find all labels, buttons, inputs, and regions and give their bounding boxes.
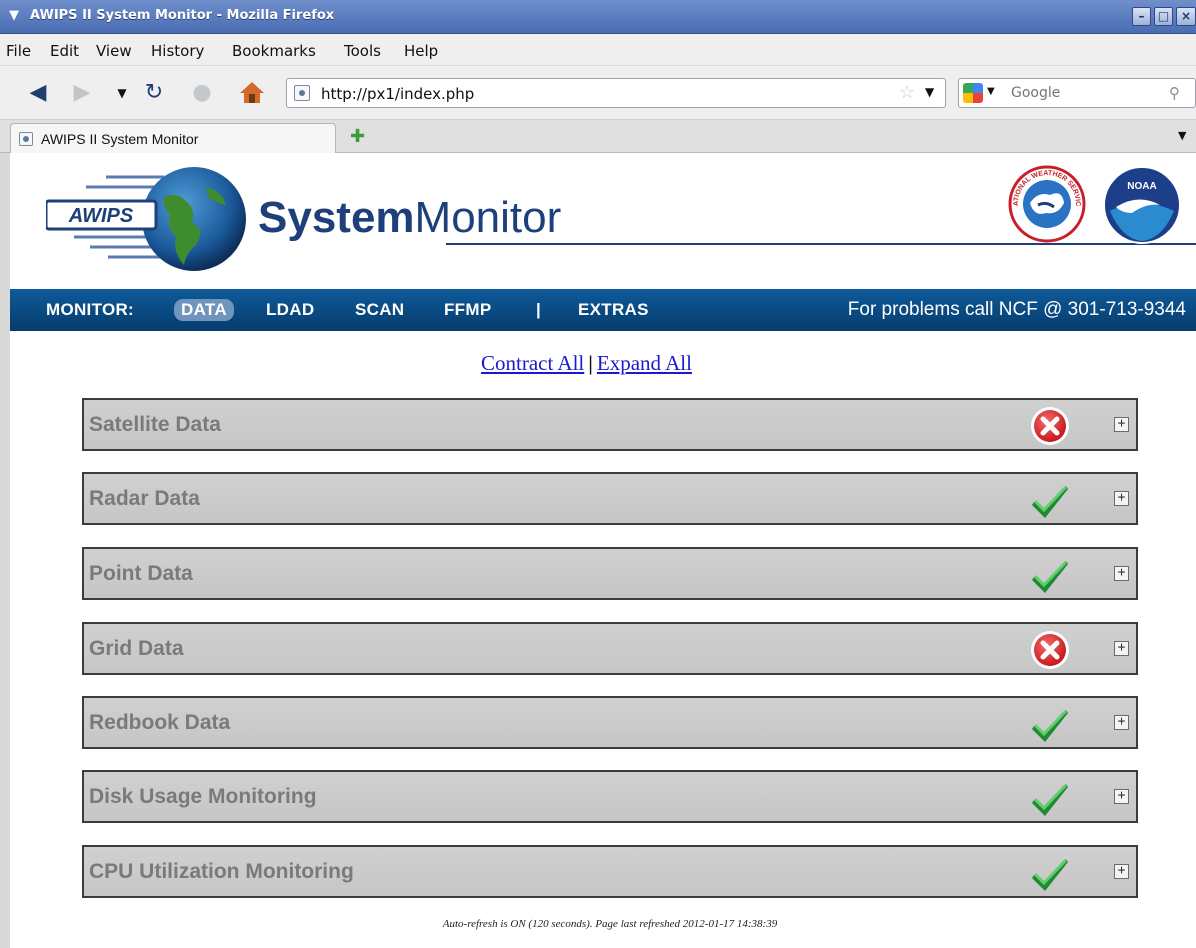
navigation-toolbar: ◀ ▶ ▼ ↻ ● http://px1/index.php ☆ ▼ ▼ ⚲ — [0, 66, 1196, 120]
close-icon[interactable]: × — [1176, 7, 1196, 26]
status-row-label: Redbook Data — [89, 711, 231, 734]
status-row-label: Disk Usage Monitoring — [89, 785, 317, 808]
status-row[interactable]: Satellite Data + — [82, 398, 1138, 451]
toggle-links: Contract All | Expand All — [481, 351, 692, 376]
tab-list-dropdown-icon[interactable]: ▼ — [1178, 129, 1186, 142]
menu-bar: File Edit View History Bookmarks Tools H… — [0, 34, 1196, 66]
reload-icon[interactable]: ↻ — [140, 80, 168, 106]
toggle-separator: | — [588, 351, 593, 375]
history-dropdown-icon[interactable]: ▼ — [108, 80, 136, 106]
nws-logo: NATIONAL WEATHER SERVICE — [1008, 165, 1086, 243]
search-input[interactable] — [1011, 83, 1161, 103]
page-title-light: Monitor — [414, 193, 562, 242]
new-tab-icon[interactable]: ✚ — [350, 126, 365, 147]
menu-edit[interactable]: Edit — [50, 42, 79, 60]
header-divider — [446, 243, 1196, 245]
menu-history[interactable]: History — [151, 42, 204, 60]
site-favicon-icon — [294, 85, 310, 101]
menu-tools[interactable]: Tools — [344, 42, 381, 60]
status-row-label: Radar Data — [89, 487, 200, 510]
minimize-icon[interactable]: – — [1132, 7, 1151, 26]
maximize-icon[interactable]: □ — [1154, 7, 1173, 26]
nav-ldad[interactable]: LDAD — [266, 300, 314, 320]
status-row[interactable]: Disk Usage Monitoring + — [82, 770, 1138, 823]
checkmark-icon — [1030, 480, 1070, 520]
search-engine-icon[interactable] — [963, 83, 983, 103]
expand-plus-icon[interactable]: + — [1114, 566, 1129, 581]
expand-plus-icon[interactable]: + — [1114, 715, 1129, 730]
awips-logo-text: AWIPS — [68, 205, 134, 227]
tab-favicon-icon — [19, 132, 33, 146]
url-dropdown-icon[interactable]: ▼ — [925, 85, 934, 99]
checkmark-icon — [1030, 778, 1070, 818]
expand-plus-icon[interactable]: + — [1114, 641, 1129, 656]
ncf-phone-note: For problems call NCF @ 301-713-9344 — [847, 299, 1186, 320]
error-x-icon — [1030, 406, 1070, 446]
status-row[interactable]: Redbook Data + — [82, 696, 1138, 749]
nav-monitor-label: MONITOR: — [46, 300, 135, 319]
menu-bookmarks[interactable]: Bookmarks — [232, 42, 316, 60]
status-row-label: CPU Utilization Monitoring — [89, 860, 354, 883]
home-icon[interactable] — [238, 80, 266, 106]
tab-awips-system-monitor[interactable]: AWIPS II System Monitor — [10, 123, 336, 154]
noaa-logo-text: NOAA — [1127, 181, 1156, 192]
status-row-label: Grid Data — [89, 637, 184, 660]
forward-icon[interactable]: ▶ — [68, 80, 96, 106]
page-title: SystemMonitor — [258, 193, 561, 243]
checkmark-icon — [1030, 555, 1070, 595]
status-row[interactable]: Grid Data + — [82, 622, 1138, 675]
expand-plus-icon[interactable]: + — [1114, 789, 1129, 804]
window-titlebar: ▼ AWIPS II System Monitor - Mozilla Fire… — [0, 0, 1196, 34]
status-row[interactable]: Point Data + — [82, 547, 1138, 600]
nav-extras[interactable]: EXTRAS — [578, 300, 649, 320]
tab-label: AWIPS II System Monitor — [41, 131, 199, 147]
expand-all-link[interactable]: Expand All — [597, 351, 692, 375]
site-header: AWIPS SystemMonitor NATIONAL WEATHER SER… — [10, 153, 1196, 289]
contract-all-link[interactable]: Contract All — [481, 351, 584, 375]
expand-plus-icon[interactable]: + — [1114, 417, 1129, 432]
url-bar[interactable]: http://px1/index.php ☆ ▼ — [286, 78, 946, 108]
error-x-icon — [1030, 630, 1070, 670]
window-menu-icon[interactable]: ▼ — [6, 8, 22, 24]
auto-refresh-note: Auto-refresh is ON (120 seconds). Page l… — [442, 918, 778, 930]
expand-plus-icon[interactable]: + — [1114, 491, 1129, 506]
search-engine-dropdown-icon[interactable]: ▼ — [987, 86, 995, 97]
search-bar: ▼ ⚲ — [958, 78, 1196, 108]
monitor-nav-bar: MONITOR: DATA LDAD SCAN FFMP | EXTRAS Fo… — [10, 289, 1196, 331]
page-title-bold: System — [258, 193, 415, 242]
status-row-label: Point Data — [89, 562, 193, 585]
back-icon[interactable]: ◀ — [24, 80, 52, 106]
menu-file[interactable]: File — [6, 42, 31, 60]
checkmark-icon — [1030, 704, 1070, 744]
menu-help[interactable]: Help — [404, 42, 438, 60]
status-row[interactable]: Radar Data + — [82, 472, 1138, 525]
nav-data[interactable]: DATA — [174, 299, 234, 321]
nav-separator: | — [536, 300, 542, 319]
checkmark-icon — [1030, 853, 1070, 893]
search-icon[interactable]: ⚲ — [1169, 84, 1180, 102]
tab-strip: AWIPS II System Monitor ✚ ▼ — [0, 120, 1196, 154]
bookmark-star-icon[interactable]: ☆ — [899, 82, 915, 103]
window-title: AWIPS II System Monitor - Mozilla Firefo… — [30, 8, 335, 23]
expand-plus-icon[interactable]: + — [1114, 864, 1129, 879]
awips-logo: AWIPS — [46, 167, 246, 271]
menu-view[interactable]: View — [96, 42, 132, 60]
noaa-logo: NOAA — [1103, 166, 1181, 244]
status-row[interactable]: CPU Utilization Monitoring + — [82, 845, 1138, 898]
nav-scan[interactable]: SCAN — [355, 300, 404, 320]
nav-ffmp[interactable]: FFMP — [444, 300, 491, 320]
status-row-label: Satellite Data — [89, 413, 221, 436]
url-text[interactable]: http://px1/index.php — [321, 85, 474, 103]
stop-icon[interactable]: ● — [188, 80, 216, 106]
